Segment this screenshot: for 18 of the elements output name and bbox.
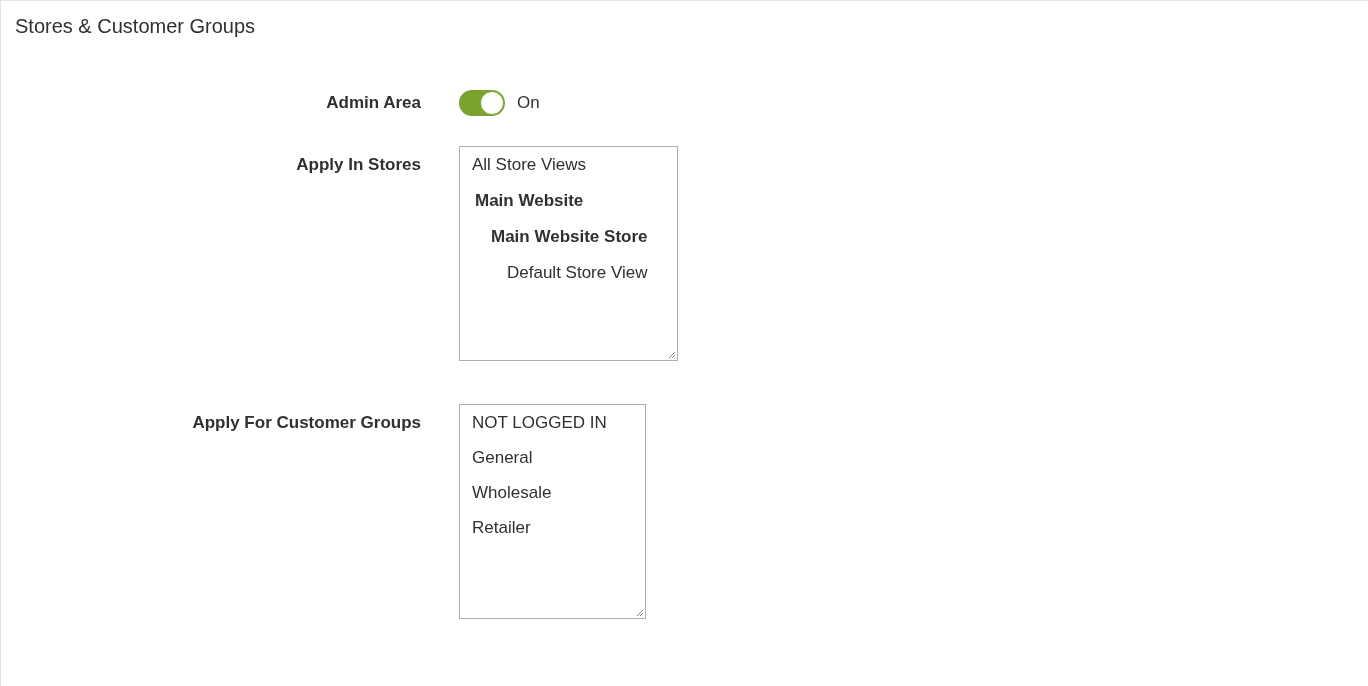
field-label: Admin Area bbox=[326, 93, 421, 113]
resize-handle-icon[interactable] bbox=[636, 609, 644, 617]
select-option[interactable]: Retailer bbox=[472, 518, 531, 538]
select-option[interactable]: Default Store View bbox=[472, 263, 648, 283]
select-option[interactable]: General bbox=[472, 448, 533, 468]
customer-group-multiselect[interactable]: NOT LOGGED IN General Wholesale Retailer bbox=[459, 404, 646, 619]
option-group-label[interactable]: Main Website bbox=[472, 191, 584, 211]
select-option[interactable]: Wholesale bbox=[472, 483, 552, 503]
toggle-value-label: On bbox=[517, 93, 540, 113]
store-multiselect[interactable]: All Store Views Main Website Main Website Store Default Store View bbox=[459, 146, 678, 361]
option-group-label[interactable]: Main Website Store bbox=[472, 227, 648, 247]
resize-handle-icon[interactable] bbox=[668, 351, 676, 359]
section-title: Stores & Customer Groups bbox=[15, 15, 256, 38]
field-label: Apply In Stores bbox=[296, 154, 421, 176]
select-option[interactable]: All Store Views bbox=[472, 155, 586, 175]
select-option[interactable]: NOT LOGGED IN bbox=[472, 413, 607, 433]
toggle-switch[interactable] bbox=[459, 90, 505, 116]
field-label: Apply For Customer Groups bbox=[192, 412, 421, 434]
